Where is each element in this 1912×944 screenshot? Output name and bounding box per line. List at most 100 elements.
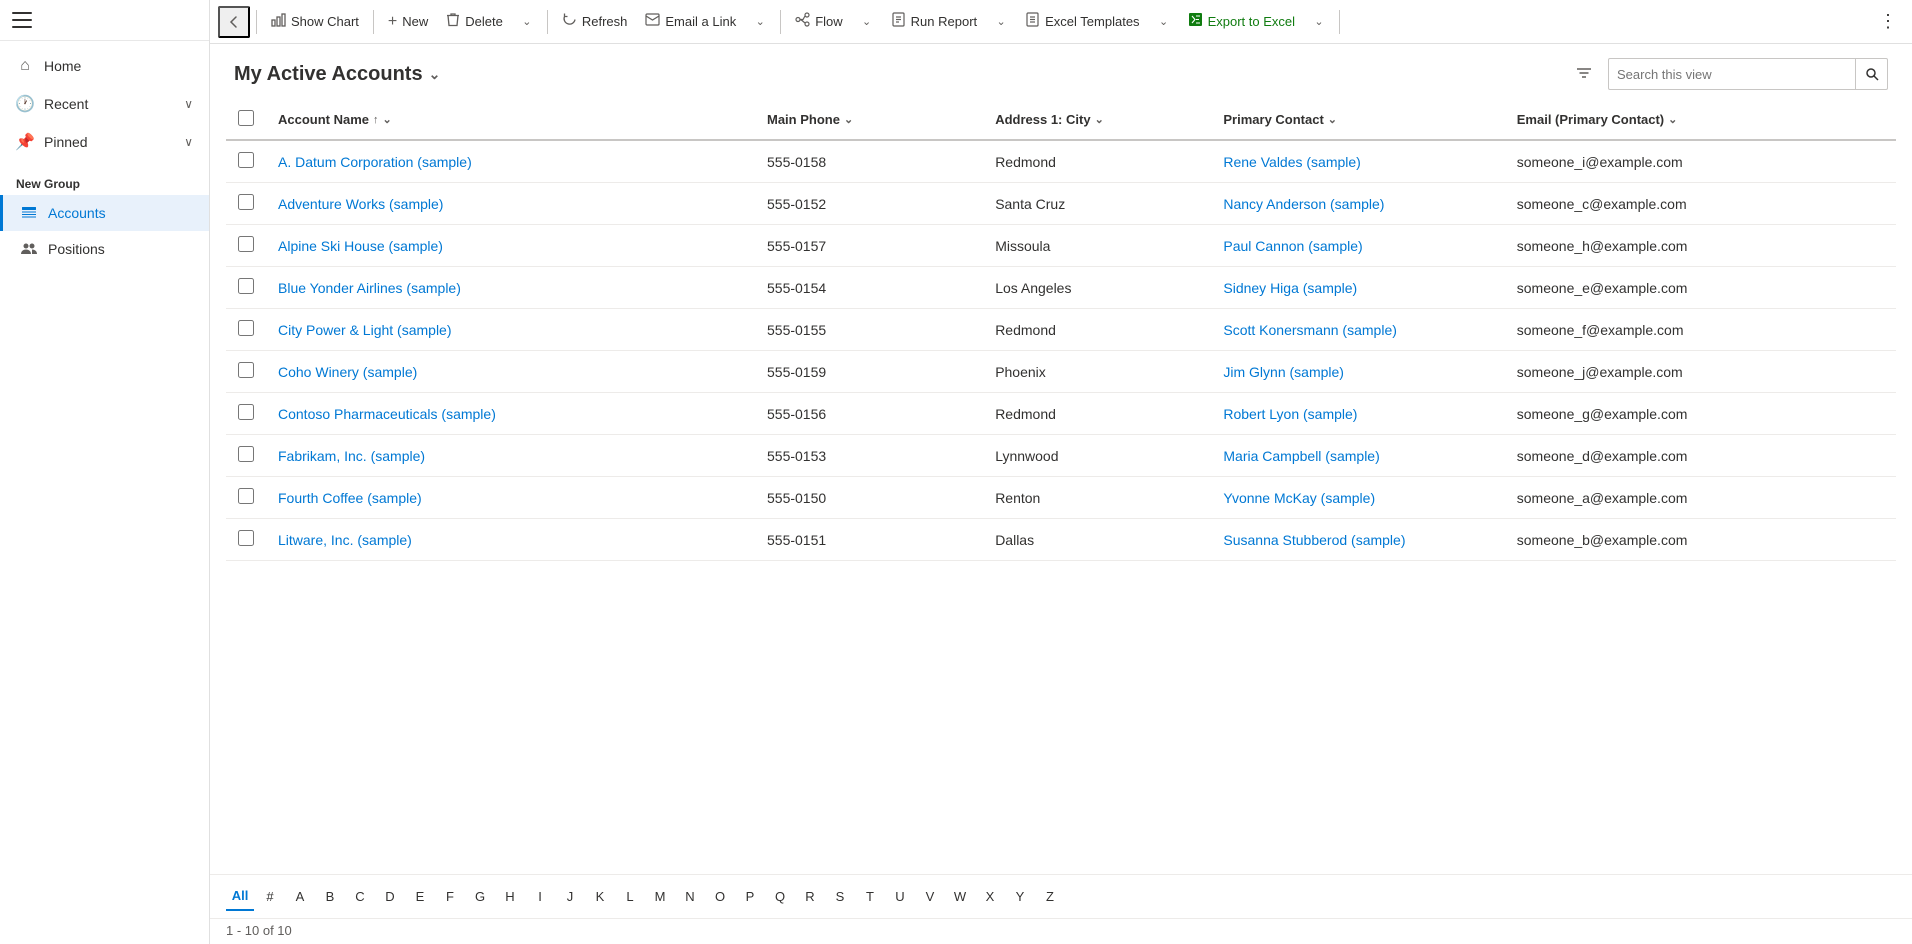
- row-checkbox-6[interactable]: [238, 404, 254, 420]
- show-chart-button[interactable]: Show Chart: [263, 6, 367, 38]
- table-row[interactable]: Contoso Pharmaceuticals (sample) 555-015…: [226, 393, 1896, 435]
- alpha-btn-k[interactable]: K: [586, 883, 614, 911]
- row-checkbox-1[interactable]: [238, 194, 254, 210]
- table-row[interactable]: Blue Yonder Airlines (sample) 555-0154 L…: [226, 267, 1896, 309]
- row-checkbox-0[interactable]: [238, 152, 254, 168]
- primary-contact-cell[interactable]: Maria Campbell (sample): [1211, 435, 1504, 477]
- row-checkbox-4[interactable]: [238, 320, 254, 336]
- main-phone-filter-icon[interactable]: ⌄: [844, 113, 853, 126]
- account-name-cell[interactable]: A. Datum Corporation (sample): [266, 140, 755, 183]
- export-excel-button[interactable]: Export to Excel: [1180, 6, 1303, 38]
- select-all-checkbox[interactable]: [238, 110, 254, 126]
- filter-button[interactable]: [1568, 58, 1600, 90]
- table-row[interactable]: City Power & Light (sample) 555-0155 Red…: [226, 309, 1896, 351]
- table-row[interactable]: Fourth Coffee (sample) 555-0150 Renton Y…: [226, 477, 1896, 519]
- alpha-btn-j[interactable]: J: [556, 883, 584, 911]
- col-header-email[interactable]: Email (Primary Contact) ⌄: [1505, 100, 1896, 140]
- sidebar-item-home[interactable]: ⌂ Home: [0, 47, 209, 85]
- alpha-btn-s[interactable]: S: [826, 883, 854, 911]
- alpha-btn-e[interactable]: E: [406, 883, 434, 911]
- alpha-btn-w[interactable]: W: [946, 883, 974, 911]
- table-row[interactable]: A. Datum Corporation (sample) 555-0158 R…: [226, 140, 1896, 183]
- alpha-btn-i[interactable]: I: [526, 883, 554, 911]
- alpha-btn-r[interactable]: R: [796, 883, 824, 911]
- table-row[interactable]: Litware, Inc. (sample) 555-0151 Dallas S…: [226, 519, 1896, 561]
- account-name-cell[interactable]: Fourth Coffee (sample): [266, 477, 755, 519]
- account-name-cell[interactable]: Contoso Pharmaceuticals (sample): [266, 393, 755, 435]
- back-button[interactable]: [218, 6, 250, 38]
- account-name-cell[interactable]: Fabrikam, Inc. (sample): [266, 435, 755, 477]
- alpha-btn-q[interactable]: Q: [766, 883, 794, 911]
- view-title-chevron-icon[interactable]: ⌄: [429, 66, 441, 83]
- excel-templates-chevron[interactable]: ⌄: [1150, 6, 1178, 38]
- sidebar-item-positions[interactable]: Positions: [0, 231, 209, 267]
- run-report-button[interactable]: Run Report: [883, 6, 985, 38]
- delete-button[interactable]: Delete: [438, 6, 511, 38]
- export-excel-chevron[interactable]: ⌄: [1305, 6, 1333, 38]
- flow-button[interactable]: Flow: [787, 6, 850, 38]
- alpha-btn-u[interactable]: U: [886, 883, 914, 911]
- alpha-btn-x[interactable]: X: [976, 883, 1004, 911]
- table-row[interactable]: Adventure Works (sample) 555-0152 Santa …: [226, 183, 1896, 225]
- hamburger-icon[interactable]: [12, 10, 32, 30]
- primary-contact-cell[interactable]: Jim Glynn (sample): [1211, 351, 1504, 393]
- primary-contact-cell[interactable]: Paul Cannon (sample): [1211, 225, 1504, 267]
- primary-contact-cell[interactable]: Nancy Anderson (sample): [1211, 183, 1504, 225]
- account-name-cell[interactable]: Coho Winery (sample): [266, 351, 755, 393]
- primary-contact-cell[interactable]: Rene Valdes (sample): [1211, 140, 1504, 183]
- row-checkbox-3[interactable]: [238, 278, 254, 294]
- refresh-button[interactable]: Refresh: [554, 6, 636, 38]
- row-checkbox-7[interactable]: [238, 446, 254, 462]
- account-name-cell[interactable]: Adventure Works (sample): [266, 183, 755, 225]
- alpha-btn-f[interactable]: F: [436, 883, 464, 911]
- alpha-btn-t[interactable]: T: [856, 883, 884, 911]
- col-header-main-phone[interactable]: Main Phone ⌄: [755, 100, 983, 140]
- email-link-button[interactable]: Email a Link: [637, 6, 744, 38]
- email-chevron[interactable]: ⌄: [746, 6, 774, 38]
- alpha-btn-b[interactable]: B: [316, 883, 344, 911]
- table-row[interactable]: Fabrikam, Inc. (sample) 555-0153 Lynnwoo…: [226, 435, 1896, 477]
- account-name-cell[interactable]: City Power & Light (sample): [266, 309, 755, 351]
- alpha-btn-v[interactable]: V: [916, 883, 944, 911]
- alpha-btn-o[interactable]: O: [706, 883, 734, 911]
- alpha-btn-d[interactable]: D: [376, 883, 404, 911]
- primary-contact-cell[interactable]: Sidney Higa (sample): [1211, 267, 1504, 309]
- alpha-btn-a[interactable]: A: [286, 883, 314, 911]
- more-button[interactable]: ⋮: [1872, 6, 1904, 38]
- alpha-btn-p[interactable]: P: [736, 883, 764, 911]
- table-row[interactable]: Coho Winery (sample) 555-0159 Phoenix Ji…: [226, 351, 1896, 393]
- col-header-primary-contact[interactable]: Primary Contact ⌄: [1211, 100, 1504, 140]
- row-checkbox-2[interactable]: [238, 236, 254, 252]
- alpha-btn-n[interactable]: N: [676, 883, 704, 911]
- table-row[interactable]: Alpine Ski House (sample) 555-0157 Misso…: [226, 225, 1896, 267]
- sidebar-item-pinned[interactable]: 📌 Pinned ∨: [0, 123, 209, 161]
- account-name-cell[interactable]: Alpine Ski House (sample): [266, 225, 755, 267]
- sidebar-item-accounts[interactable]: Accounts: [0, 195, 209, 231]
- email-filter-icon[interactable]: ⌄: [1668, 113, 1677, 126]
- alpha-btn-l[interactable]: L: [616, 883, 644, 911]
- row-checkbox-8[interactable]: [238, 488, 254, 504]
- alpha-btn-h[interactable]: H: [496, 883, 524, 911]
- alpha-btn-all[interactable]: All: [226, 883, 254, 911]
- excel-templates-button[interactable]: Excel Templates: [1017, 6, 1147, 38]
- alpha-btn-z[interactable]: Z: [1036, 883, 1064, 911]
- account-name-cell[interactable]: Blue Yonder Airlines (sample): [266, 267, 755, 309]
- row-checkbox-5[interactable]: [238, 362, 254, 378]
- alpha-btn-g[interactable]: G: [466, 883, 494, 911]
- primary-contact-filter-icon[interactable]: ⌄: [1328, 113, 1337, 126]
- flow-chevron[interactable]: ⌄: [853, 6, 881, 38]
- alpha-btn-c[interactable]: C: [346, 883, 374, 911]
- alpha-btn-m[interactable]: M: [646, 883, 674, 911]
- primary-contact-cell[interactable]: Scott Konersmann (sample): [1211, 309, 1504, 351]
- account-name-filter-icon[interactable]: ⌄: [383, 113, 392, 126]
- search-input[interactable]: [1609, 67, 1855, 82]
- primary-contact-cell[interactable]: Susanna Stubberod (sample): [1211, 519, 1504, 561]
- account-name-cell[interactable]: Litware, Inc. (sample): [266, 519, 755, 561]
- new-button[interactable]: + New: [380, 6, 436, 38]
- delete-chevron[interactable]: ⌄: [513, 6, 541, 38]
- col-header-city[interactable]: Address 1: City ⌄: [983, 100, 1211, 140]
- sidebar-item-recent[interactable]: 🕐 Recent ∨: [0, 85, 209, 123]
- row-checkbox-9[interactable]: [238, 530, 254, 546]
- col-header-account-name[interactable]: Account Name ↑ ⌄: [266, 100, 755, 140]
- primary-contact-cell[interactable]: Yvonne McKay (sample): [1211, 477, 1504, 519]
